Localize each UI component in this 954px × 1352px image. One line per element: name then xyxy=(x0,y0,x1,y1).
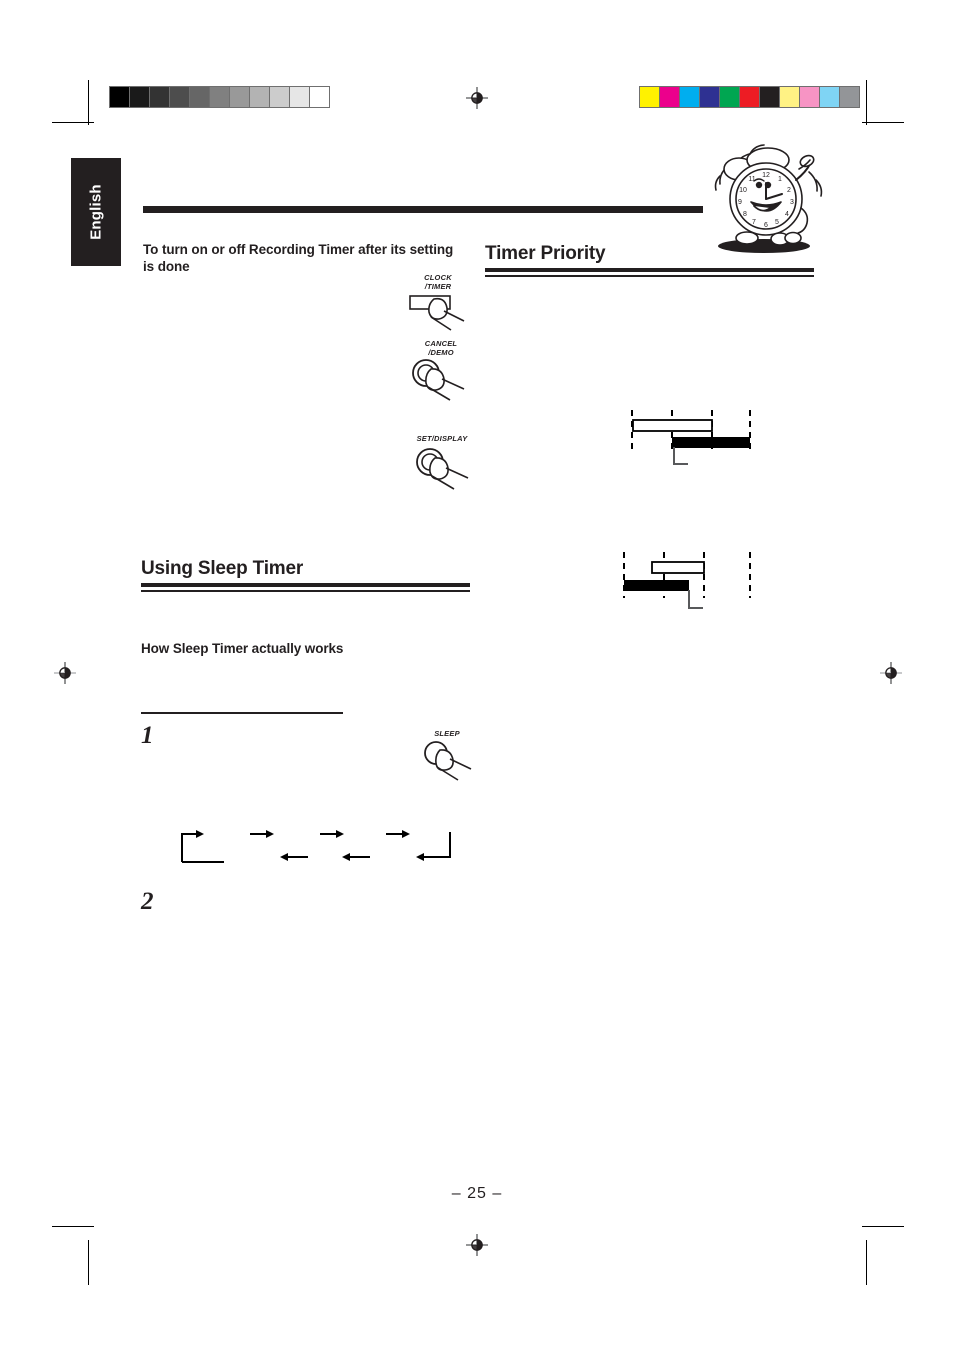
timer-priority-diagram-upper xyxy=(620,408,780,474)
svg-text:12: 12 xyxy=(762,172,770,179)
step-number-2: 2 xyxy=(141,888,154,915)
svg-text:4: 4 xyxy=(785,211,789,218)
color-patch-0 xyxy=(640,87,660,107)
step-one-divider xyxy=(141,712,343,714)
section-heading-using-sleep-timer: Using Sleep Timer xyxy=(141,558,304,579)
crop-mark-top-right-vertical xyxy=(866,80,867,125)
grayscale-patch-10 xyxy=(310,87,329,107)
svg-text:5: 5 xyxy=(775,219,779,226)
svg-text:2: 2 xyxy=(787,187,791,194)
grayscale-patch-4 xyxy=(190,87,210,107)
step-number-1: 1 xyxy=(141,722,154,749)
grayscale-patch-1 xyxy=(130,87,150,107)
color-patch-2 xyxy=(680,87,700,107)
section-rule-thick-sleep xyxy=(141,583,470,587)
crop-mark-bottom-left-vertical xyxy=(88,1240,89,1285)
grayscale-patch-9 xyxy=(290,87,310,107)
color-patch-3 xyxy=(700,87,720,107)
grayscale-patch-2 xyxy=(150,87,170,107)
grayscale-patch-3 xyxy=(170,87,190,107)
top-divider-rule xyxy=(143,206,703,213)
grayscale-patch-5 xyxy=(210,87,230,107)
crop-mark-bottom-right-horizontal xyxy=(862,1226,904,1227)
registration-mark-bottom xyxy=(466,1234,488,1256)
svg-text:3: 3 xyxy=(790,199,794,206)
svg-text:8: 8 xyxy=(743,211,747,218)
language-tab-label: English xyxy=(87,184,105,240)
crop-mark-top-right-horizontal xyxy=(862,122,904,123)
crop-mark-bottom-right-vertical xyxy=(866,1240,867,1285)
page-canvas: English 12 1 2 3 4 5 6 7 8 9 10 11 To tu… xyxy=(0,0,954,1352)
section-rule-thin-priority xyxy=(485,275,814,277)
recording-timer-subheading: To turn on or off Recording Timer after … xyxy=(143,242,454,275)
color-patch-8 xyxy=(800,87,820,107)
grayscale-patch-8 xyxy=(270,87,290,107)
grayscale-patch-6 xyxy=(230,87,250,107)
svg-text:11: 11 xyxy=(748,176,755,183)
grayscale-patch-0 xyxy=(110,87,130,107)
how-sleep-timer-works-subheading: How Sleep Timer actually works xyxy=(141,641,344,656)
color-patch-5 xyxy=(740,87,760,107)
registration-mark-top xyxy=(466,87,488,109)
timer-priority-diagram-lower xyxy=(612,550,772,620)
svg-text:9: 9 xyxy=(738,199,742,206)
alarm-clock-illustration: 12 1 2 3 4 5 6 7 8 9 10 11 xyxy=(706,136,830,256)
button-label-cancel-demo: CANCEL /DEMO xyxy=(424,339,458,357)
color-patch-6 xyxy=(760,87,780,107)
grayscale-patch-7 xyxy=(250,87,270,107)
page-number: – 25 – xyxy=(451,1185,503,1202)
language-tab: English xyxy=(71,158,121,266)
color-patch-7 xyxy=(780,87,800,107)
svg-text:10: 10 xyxy=(739,187,747,194)
registration-mark-left xyxy=(54,662,76,684)
section-rule-thin-sleep xyxy=(141,590,470,592)
svg-text:7: 7 xyxy=(752,219,756,226)
svg-text:6: 6 xyxy=(764,222,768,229)
button-illustration-set-display: SET/DISPLAY xyxy=(398,434,488,495)
grayscale-calibration-strip xyxy=(109,86,330,108)
crop-mark-top-left-vertical xyxy=(88,80,89,125)
crop-mark-bottom-left-horizontal xyxy=(52,1226,94,1227)
color-patch-9 xyxy=(820,87,840,107)
sleep-timer-cycle-arrows xyxy=(172,826,462,868)
section-rule-thick-priority xyxy=(485,268,814,272)
color-patch-4 xyxy=(720,87,740,107)
button-label-set-display: SET/DISPLAY xyxy=(416,434,468,443)
svg-text:1: 1 xyxy=(778,176,782,183)
button-illustration-cancel-demo: CANCEL /DEMO xyxy=(398,339,480,401)
section-heading-timer-priority: Timer Priority xyxy=(485,243,606,264)
button-illustration-sleep: SLEEP xyxy=(416,729,494,782)
button-illustration-clock-timer: CLOCK /TIMER xyxy=(398,273,480,331)
crop-mark-top-left-horizontal xyxy=(52,122,94,123)
color-calibration-strip xyxy=(639,86,860,108)
registration-mark-right xyxy=(880,662,902,684)
color-patch-10 xyxy=(840,87,859,107)
color-patch-1 xyxy=(660,87,680,107)
button-label-sleep: SLEEP xyxy=(434,729,460,738)
button-label-clock-timer: CLOCK /TIMER xyxy=(424,273,452,291)
